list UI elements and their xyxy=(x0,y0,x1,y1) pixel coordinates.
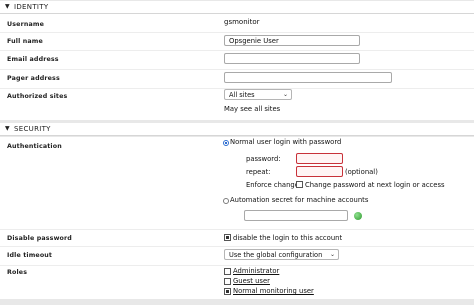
pager-input[interactable] xyxy=(224,72,392,83)
email-input[interactable] xyxy=(224,53,360,64)
role-administrator-link[interactable]: Administrator xyxy=(233,267,279,275)
pager-row: Pager address xyxy=(0,70,474,88)
security-section-title: SECURITY xyxy=(14,125,51,133)
username-label: Username xyxy=(7,21,45,28)
chevron-down-icon: ⌄ xyxy=(329,251,335,258)
fullname-row: Full name Opsgenie User xyxy=(0,33,474,50)
disable-password-label: Disable password xyxy=(7,235,72,242)
dice-icon[interactable] xyxy=(354,212,362,220)
security-section-header[interactable]: ▼ SECURITY xyxy=(0,123,474,136)
roles-label: Roles xyxy=(7,269,28,276)
enforce-change-label: Enforce change: xyxy=(246,181,302,189)
disable-login-text: disable the login to this account xyxy=(233,234,343,242)
identity-section-title: IDENTITY xyxy=(14,3,49,11)
automation-radio[interactable] xyxy=(223,198,229,204)
password-label: password: xyxy=(246,155,281,163)
repeat-password-input[interactable] xyxy=(296,166,343,177)
automation-label: Automation secret for machine accounts xyxy=(230,196,369,204)
username-row: Username gsmonitor xyxy=(0,14,474,31)
role-guest-link[interactable]: Guest user xyxy=(233,277,270,285)
role-guest-checkbox[interactable] xyxy=(224,278,231,285)
collapse-triangle-icon[interactable]: ▼ xyxy=(5,125,10,132)
authsites-label: Authorized sites xyxy=(7,93,68,100)
idle-timeout-select[interactable]: Use the global configuration ⌄ xyxy=(224,249,339,260)
authentication-row: Authentication Normal user login with pa… xyxy=(0,137,474,229)
authsites-note: May see all sites xyxy=(224,105,281,113)
authsites-row: Authorized sites All sites ⌄ May see all… xyxy=(0,89,474,119)
authentication-label: Authentication xyxy=(7,143,62,150)
change-password-label: Change password at next login or access xyxy=(305,181,445,189)
identity-section-body: Username gsmonitor Full name Opsgenie Us… xyxy=(0,14,474,120)
role-normal-link[interactable]: Normal monitoring user xyxy=(233,287,314,295)
idle-timeout-row: Idle timeout Use the global configuratio… xyxy=(0,247,474,264)
authsites-select[interactable]: All sites ⌄ xyxy=(224,89,292,100)
roles-row: Roles Administrator Guest user Normal mo… xyxy=(0,266,474,298)
email-row: Email address xyxy=(0,51,474,69)
idle-timeout-label: Idle timeout xyxy=(7,252,53,259)
optional-label: (optional) xyxy=(345,168,378,176)
disable-login-checkbox[interactable] xyxy=(224,234,231,241)
role-normal-checkbox[interactable] xyxy=(224,288,231,295)
chevron-down-icon: ⌄ xyxy=(282,91,288,98)
idle-timeout-selected-value: Use the global configuration xyxy=(229,251,323,259)
email-label: Email address xyxy=(7,56,59,63)
normal-login-label: Normal user login with password xyxy=(230,138,342,146)
change-password-checkbox[interactable] xyxy=(296,181,303,188)
repeat-label: repeat: xyxy=(246,168,271,176)
pager-label: Pager address xyxy=(7,75,60,82)
security-section-body: Authentication Normal user login with pa… xyxy=(0,137,474,299)
identity-section-header[interactable]: ▼ IDENTITY xyxy=(0,1,474,14)
role-administrator-checkbox[interactable] xyxy=(224,268,231,275)
fullname-label: Full name xyxy=(7,38,43,45)
fullname-input[interactable]: Opsgenie User xyxy=(224,35,360,46)
password-input[interactable] xyxy=(296,153,343,164)
automation-secret-input[interactable] xyxy=(244,210,348,221)
collapse-triangle-icon[interactable]: ▼ xyxy=(5,3,10,10)
authsites-selected-value: All sites xyxy=(229,91,255,99)
disable-password-row: Disable password disable the login to th… xyxy=(0,230,474,245)
username-value: gsmonitor xyxy=(224,18,260,26)
normal-login-radio[interactable] xyxy=(223,140,229,146)
